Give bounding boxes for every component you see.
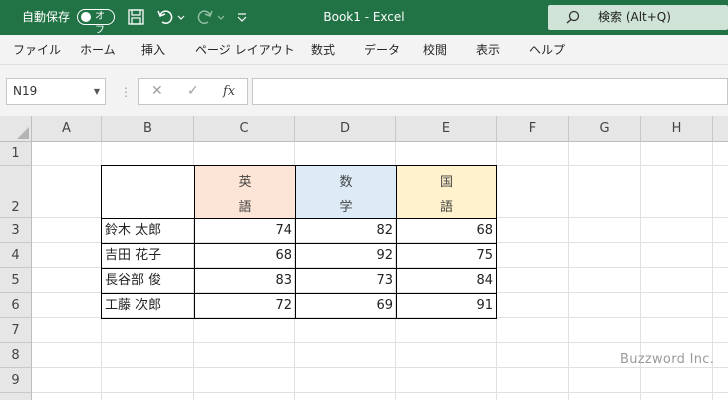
watermark: Buzzword Inc. xyxy=(620,352,715,367)
redo-icon[interactable] xyxy=(196,8,214,26)
row-header-7[interactable]: 7 xyxy=(0,318,32,343)
score-cell[interactable]: 92 xyxy=(295,243,397,269)
name-box-dropdown-icon[interactable]: ▼ xyxy=(94,79,100,104)
customize-toolbar-icon[interactable] xyxy=(236,8,248,26)
score-cell[interactable]: 74 xyxy=(194,218,296,244)
subject-header-english[interactable]: 英 語 xyxy=(194,165,296,219)
formula-bar-grip-icon: ⋮ xyxy=(120,85,132,99)
score-cell[interactable]: 68 xyxy=(194,243,296,269)
score-cell[interactable]: 68 xyxy=(396,218,497,244)
score-cell[interactable]: 69 xyxy=(295,293,397,319)
column-header-h[interactable]: H xyxy=(641,116,713,142)
search-placeholder: 検索 (Alt+Q) xyxy=(598,10,671,24)
save-icon[interactable] xyxy=(127,8,145,26)
row-header-6[interactable]: 6 xyxy=(0,293,32,318)
row-header-2[interactable]: 2 xyxy=(0,166,32,218)
score-cell[interactable]: 82 xyxy=(295,218,397,244)
select-all-icon xyxy=(17,127,29,139)
subject-header-math[interactable]: 数 学 xyxy=(295,165,397,219)
search-icon xyxy=(566,10,580,24)
header-line1: 数 xyxy=(339,175,353,190)
tab-formulas[interactable]: 数式 xyxy=(311,35,335,65)
student-name-cell[interactable]: 吉田 花子 xyxy=(101,243,195,269)
toggle-knob xyxy=(81,12,91,22)
worksheet-grid[interactable]: A B C D E F G H 1 2 3 4 5 6 7 8 9 英 語 数 … xyxy=(0,116,728,400)
insert-function-icon[interactable]: fx xyxy=(223,79,235,104)
tab-insert[interactable]: 挿入 xyxy=(141,35,165,65)
row-header-1[interactable]: 1 xyxy=(0,142,32,166)
score-cell[interactable]: 75 xyxy=(396,243,497,269)
autosave-toggle[interactable]: オフ xyxy=(77,9,115,36)
column-header-a[interactable]: A xyxy=(32,116,102,142)
score-cell[interactable]: 83 xyxy=(194,268,296,294)
subject-header-japanese[interactable]: 国 語 xyxy=(396,165,497,219)
row-header-9[interactable]: 9 xyxy=(0,368,32,393)
gridline xyxy=(32,392,728,393)
tab-help[interactable]: ヘルプ xyxy=(529,35,565,65)
redo-dropdown-icon[interactable] xyxy=(216,8,226,26)
tab-file[interactable]: ファイル xyxy=(13,35,61,65)
column-header-c[interactable]: C xyxy=(194,116,295,142)
tab-review[interactable]: 校閲 xyxy=(423,35,447,65)
column-header-b[interactable]: B xyxy=(102,116,194,142)
cancel-icon[interactable]: ✕ xyxy=(151,79,163,104)
gridline xyxy=(32,342,728,343)
undo-icon[interactable] xyxy=(156,8,174,26)
score-cell[interactable]: 91 xyxy=(396,293,497,319)
formula-buttons: ✕ ✓ fx xyxy=(138,78,248,105)
undo-dropdown-icon[interactable] xyxy=(176,8,186,26)
ribbon-tabs: ファイル ホーム 挿入 ページ レイアウト 数式 データ 校閲 表示 ヘルプ xyxy=(0,35,728,65)
header-line2: 学 xyxy=(339,200,353,215)
column-header-e[interactable]: E xyxy=(396,116,497,142)
select-all-button[interactable] xyxy=(0,116,32,142)
column-header-d[interactable]: D xyxy=(295,116,396,142)
student-name-cell[interactable]: 長谷部 俊 xyxy=(101,268,195,294)
column-header-f[interactable]: F xyxy=(497,116,569,142)
row-header-8[interactable]: 8 xyxy=(0,343,32,368)
tab-view[interactable]: 表示 xyxy=(476,35,500,65)
header-line1: 英 xyxy=(238,175,252,190)
formula-input[interactable] xyxy=(252,78,728,105)
student-name-cell[interactable]: 鈴木 太郎 xyxy=(101,218,195,244)
tab-data[interactable]: データ xyxy=(364,35,400,65)
score-cell[interactable]: 73 xyxy=(295,268,397,294)
gridline xyxy=(32,367,728,368)
title-bar: 自動保存 オフ Book1 - Excel 検索 (Alt+Q) xyxy=(0,0,728,36)
autosave-state: オフ xyxy=(95,11,105,36)
column-header-partial[interactable] xyxy=(713,116,728,142)
row-header-4[interactable]: 4 xyxy=(0,243,32,268)
score-cell[interactable]: 72 xyxy=(194,293,296,319)
score-cell[interactable]: 84 xyxy=(396,268,497,294)
row-header-3[interactable]: 3 xyxy=(0,218,32,243)
header-line2: 語 xyxy=(238,200,252,215)
search-box[interactable]: 検索 (Alt+Q) xyxy=(548,5,728,30)
header-line2: 語 xyxy=(439,200,453,215)
tab-home[interactable]: ホーム xyxy=(80,35,116,65)
row-header-5[interactable]: 5 xyxy=(0,268,32,293)
student-name-cell[interactable]: 工藤 次郎 xyxy=(101,293,195,319)
row-header-partial[interactable] xyxy=(0,393,32,400)
autosave-label: 自動保存 xyxy=(22,10,71,24)
name-box-value: N19 xyxy=(13,84,38,98)
column-header-g[interactable]: G xyxy=(569,116,641,142)
gridline xyxy=(568,142,569,400)
table-corner-cell[interactable] xyxy=(101,165,195,219)
header-line1: 国 xyxy=(439,175,453,190)
formula-bar-area: N19 ▼ ⋮ ✕ ✓ fx xyxy=(0,65,728,116)
tab-page-layout[interactable]: ページ レイアウト xyxy=(195,35,295,65)
name-box[interactable]: N19 ▼ xyxy=(6,78,106,105)
enter-icon[interactable]: ✓ xyxy=(187,79,199,104)
